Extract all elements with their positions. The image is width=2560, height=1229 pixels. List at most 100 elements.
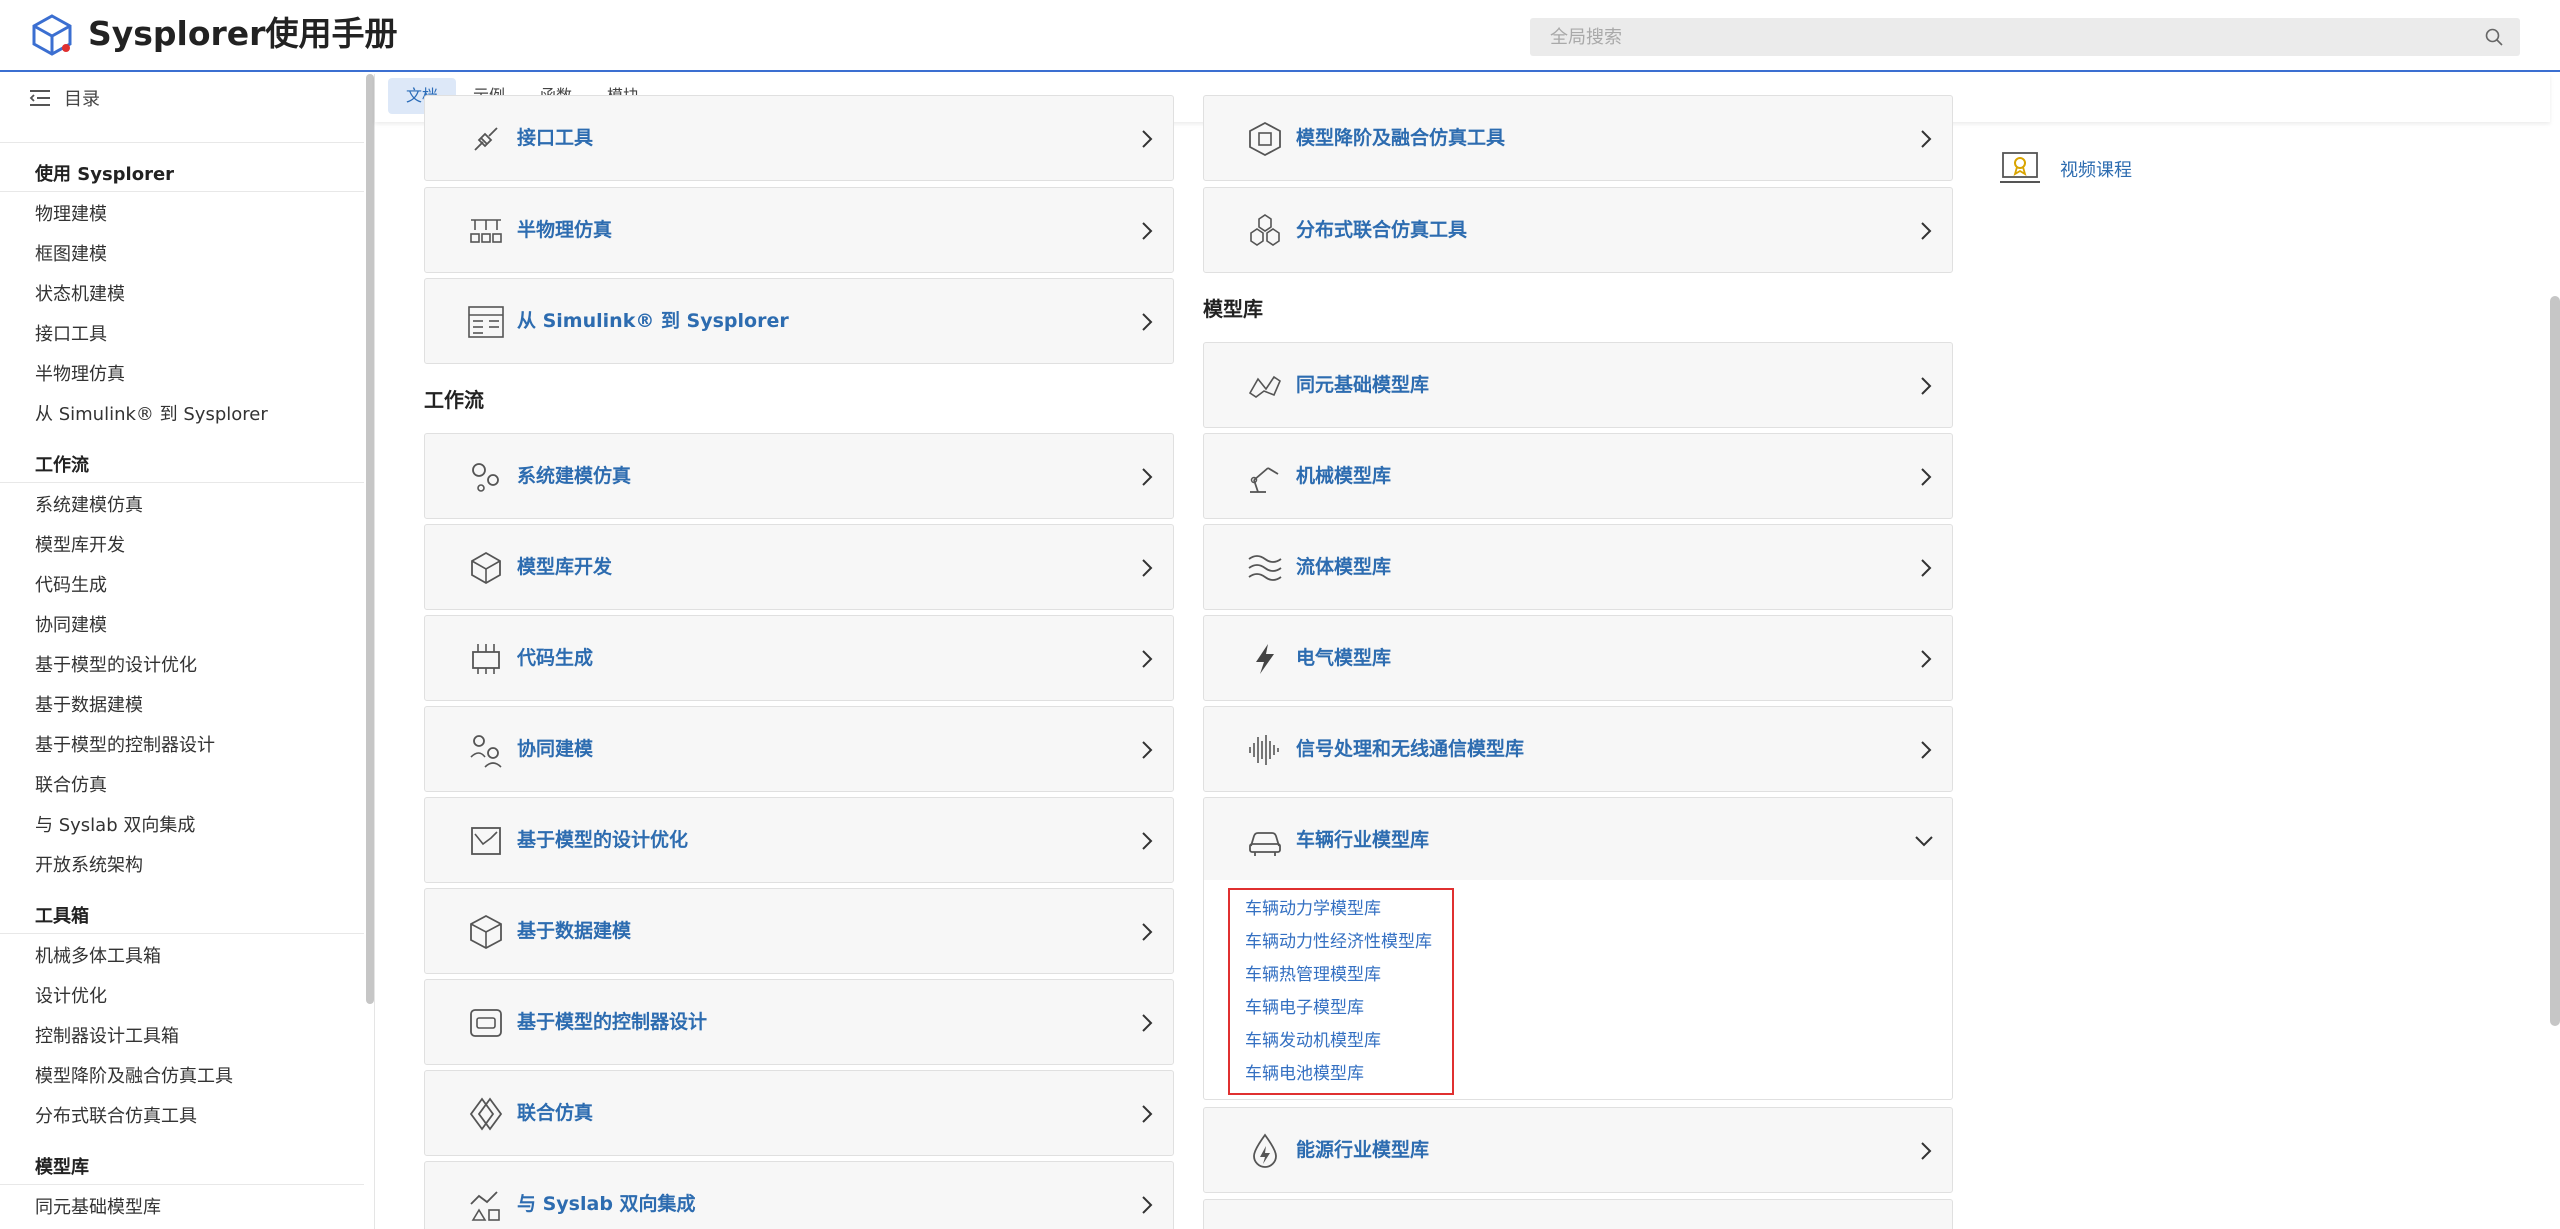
toc-label: 目录 — [64, 89, 100, 110]
card-label: 基于数据建模 — [517, 920, 632, 942]
toc-group-toolbox[interactable]: 工具箱 — [35, 902, 89, 928]
toc-item[interactable]: 协同建模 — [35, 611, 107, 637]
toc-item[interactable]: 控制器设计工具箱 — [35, 1022, 179, 1048]
chevron-right-icon — [1921, 559, 1932, 577]
card-co-simulation[interactable]: 联合仿真 — [424, 1070, 1174, 1156]
card-fluid-library[interactable]: 流体模型库 — [1203, 524, 1953, 610]
users-icon — [470, 735, 502, 768]
search-input[interactable] — [1550, 18, 2450, 56]
global-search[interactable] — [1530, 18, 2520, 56]
vehicle-sublink[interactable]: 车辆动力性经济性模型库 — [1245, 927, 1432, 952]
card-label: 基于模型的控制器设计 — [517, 1011, 708, 1033]
card-label: 能源行业模型库 — [1296, 1139, 1430, 1161]
chevron-right-icon — [1142, 130, 1153, 148]
vehicle-sublink[interactable]: 车辆发动机模型库 — [1245, 1026, 1381, 1051]
chevron-right-icon — [1142, 923, 1153, 941]
card-design-opt[interactable]: 基于模型的设计优化 — [424, 797, 1174, 883]
video-course-link[interactable]: 视频课程 — [2060, 156, 2132, 182]
toc-item[interactable]: 联合仿真 — [35, 771, 107, 797]
card-energy-library[interactable]: 能源行业模型库 — [1203, 1107, 1953, 1193]
chevron-right-icon — [1921, 222, 1932, 240]
card-label: 分布式联合仿真工具 — [1296, 219, 1468, 241]
toc-item[interactable]: 开放系统架构 — [35, 851, 143, 877]
card-label: 与 Syslab 双向集成 — [517, 1193, 696, 1215]
card-data-modeling[interactable]: 基于数据建模 — [424, 888, 1174, 974]
page-scrollbar[interactable] — [2550, 296, 2560, 1026]
toc-item[interactable]: 基于模型的控制器设计 — [35, 731, 215, 757]
card-mechanical-library[interactable]: 机械模型库 — [1203, 433, 1953, 519]
card-vehicle-library[interactable]: 车辆行业模型库 — [1203, 797, 1953, 883]
gears-icon — [472, 463, 499, 492]
toc-item[interactable]: 系统建模仿真 — [35, 491, 143, 517]
toc-group-model-library[interactable]: 模型库 — [35, 1153, 89, 1179]
card-distributed-cosim[interactable]: 分布式联合仿真工具 — [1203, 187, 1953, 273]
toc-item[interactable]: 状态机建模 — [35, 280, 125, 306]
card-model-reduction[interactable]: 模型降阶及融合仿真工具 — [1203, 95, 1953, 181]
divider — [0, 191, 364, 192]
vehicle-sublink[interactable]: 车辆电子模型库 — [1245, 993, 1364, 1018]
toc-item[interactable]: 接口工具 — [35, 320, 107, 346]
toc-toggle[interactable]: 目录 — [28, 86, 100, 110]
divider — [374, 74, 375, 1229]
energy-drop-icon — [1253, 1133, 1277, 1168]
toc-item[interactable]: 基于数据建模 — [35, 691, 143, 717]
document-table-icon — [468, 306, 504, 338]
chevron-right-icon — [1921, 130, 1932, 148]
sidebar-scrollbar[interactable] — [366, 74, 374, 1004]
chevron-right-icon — [1142, 1196, 1153, 1214]
search-icon[interactable] — [2484, 27, 2504, 47]
chevron-right-icon — [1142, 559, 1153, 577]
card-base-library[interactable]: 同元基础模型库 — [1203, 342, 1953, 428]
card-simulink-to-sysplorer[interactable]: 从 Simulink® 到 Sysplorer — [424, 278, 1174, 364]
chevron-right-icon — [1921, 468, 1932, 486]
toc-group-workflow[interactable]: 工作流 — [35, 451, 89, 477]
card-electrical-library[interactable]: 电气模型库 — [1203, 615, 1953, 701]
lightning-icon — [1256, 644, 1274, 674]
hexagon-cluster-icon — [1250, 214, 1280, 246]
card-syslab-integration[interactable]: 与 Syslab 双向集成 — [424, 1161, 1174, 1229]
toc-item[interactable]: 模型降阶及融合仿真工具 — [35, 1062, 233, 1088]
toc-item[interactable]: 代码生成 — [35, 571, 107, 597]
toc-group-use-sysplorer[interactable]: 使用 Sysplorer — [35, 160, 174, 186]
card-label: 联合仿真 — [517, 1102, 594, 1124]
card-label: 代码生成 — [517, 647, 594, 669]
video-course-icon — [2000, 152, 2040, 183]
toc-item[interactable]: 框图建模 — [35, 240, 107, 266]
card-collaborative[interactable]: 协同建模 — [424, 706, 1174, 792]
car-icon — [1249, 832, 1281, 856]
diamond-link-icon — [469, 1097, 503, 1131]
card-signal-library[interactable]: 信号处理和无线通信模型库 — [1203, 706, 1953, 792]
toc-item[interactable]: 模型库开发 — [35, 531, 125, 557]
toc-item[interactable]: 机械多体工具箱 — [35, 942, 161, 968]
chart-window-icon — [471, 827, 501, 855]
vehicle-sublink[interactable]: 车辆动力学模型库 — [1245, 894, 1381, 919]
card-library-dev[interactable]: 模型库开发 — [424, 524, 1174, 610]
card-label: 系统建模仿真 — [517, 465, 632, 487]
card-system-modeling[interactable]: 系统建模仿真 — [424, 433, 1174, 519]
card-label: 流体模型库 — [1296, 556, 1392, 578]
vehicle-sublink[interactable]: 车辆热管理模型库 — [1245, 960, 1381, 985]
vehicle-sublink[interactable]: 车辆电池模型库 — [1245, 1059, 1364, 1084]
toc-item[interactable]: 半物理仿真 — [35, 360, 125, 386]
cube-data-icon — [470, 914, 502, 950]
toc-item[interactable]: 同元基础模型库 — [35, 1193, 161, 1219]
card-controller-design[interactable]: 基于模型的控制器设计 — [424, 979, 1174, 1065]
cube-logo-icon[interactable] — [30, 13, 74, 57]
divider — [0, 482, 364, 483]
menu-collapse-icon — [29, 90, 50, 106]
toc-item[interactable]: 分布式联合仿真工具 — [35, 1102, 197, 1128]
card-hil-simulation[interactable]: 半物理仿真 — [424, 187, 1174, 273]
toc-item[interactable]: 与 Syslab 双向集成 — [35, 811, 195, 837]
card-next-library[interactable] — [1203, 1199, 1953, 1229]
card-code-gen[interactable]: 代码生成 — [424, 615, 1174, 701]
toc-item[interactable]: 设计优化 — [35, 982, 107, 1008]
card-label: 模型库开发 — [517, 556, 613, 578]
card-label: 电气模型库 — [1296, 647, 1392, 669]
toc-item[interactable]: 基于模型的设计优化 — [35, 651, 197, 677]
toc-item[interactable]: 物理建模 — [35, 200, 107, 226]
app-title[interactable]: Sysplorer使用手册 — [88, 14, 397, 54]
toc-item[interactable]: 从 Simulink® 到 Sysplorer — [35, 400, 268, 426]
robot-arm-icon — [1250, 467, 1279, 493]
card-interface-tools[interactable]: 接口工具 — [424, 95, 1174, 181]
card-label: 协同建模 — [517, 738, 594, 760]
